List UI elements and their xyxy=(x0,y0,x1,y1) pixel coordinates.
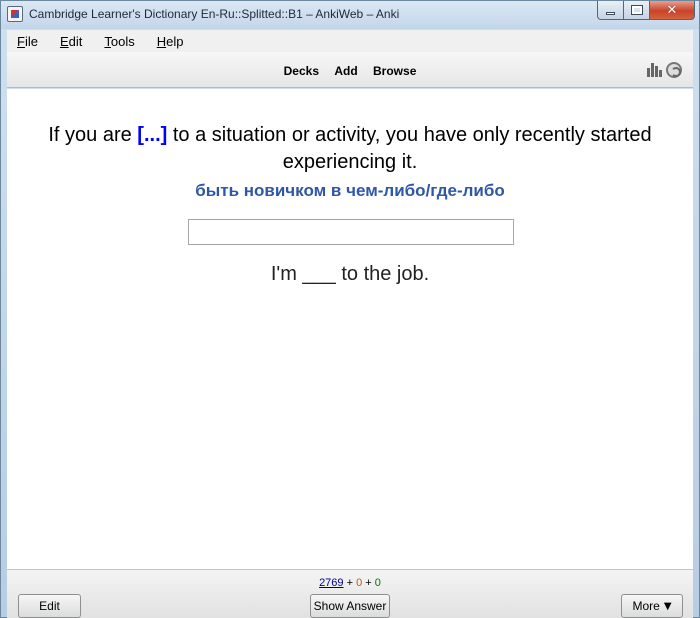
maximize-icon xyxy=(630,5,643,15)
menu-bar: File Edit Tools Help xyxy=(7,30,693,52)
type-answer-input[interactable] xyxy=(188,219,514,245)
close-button[interactable]: ✕ xyxy=(650,1,695,20)
window-controls: ✕ xyxy=(597,1,695,21)
question-text-before: If you are xyxy=(48,124,138,146)
menu-file-mnemonic: F xyxy=(17,33,25,49)
menu-help-mnemonic: H xyxy=(156,33,167,49)
browse-link[interactable]: Browse xyxy=(373,64,416,78)
decks-link[interactable]: Decks xyxy=(284,64,319,78)
minimize-icon xyxy=(606,11,615,15)
cloze-deletion: [...] xyxy=(137,124,168,146)
card-review-area: If you are [...] to a situation or activ… xyxy=(7,89,693,569)
minimize-button[interactable] xyxy=(597,1,624,20)
due-counts: 2769 + 0 + 0 xyxy=(7,577,693,589)
anki-app-icon[interactable] xyxy=(7,6,23,22)
maximize-button[interactable] xyxy=(624,1,650,20)
card-translation: быть новичком в чем-либо/где-либо xyxy=(195,181,505,200)
card-example: I'm ___ to the job. xyxy=(270,263,430,285)
menu-file-label: ile xyxy=(24,33,38,49)
more-button[interactable]: More ▼ xyxy=(621,594,683,618)
question-text-after: to a situation or activity, you have onl… xyxy=(167,124,652,173)
menu-edit[interactable]: Edit xyxy=(54,34,82,49)
count-separator: + xyxy=(365,577,372,589)
anki-window: Cambridge Learner's Dictionary En-Ru::Sp… xyxy=(0,0,700,618)
stats-icon[interactable] xyxy=(647,63,662,77)
toolbar-links: Decks Add Browse xyxy=(7,64,693,78)
sync-icon[interactable] xyxy=(666,62,682,78)
learning-count: 0 xyxy=(356,577,363,589)
bottom-bar: 2769 + 0 + 0 Edit Show Answer More ▼ xyxy=(7,569,693,618)
more-label: More xyxy=(632,599,660,613)
window-title: Cambridge Learner's Dictionary En-Ru::Sp… xyxy=(29,7,400,21)
triangle-down-icon: ▼ xyxy=(663,600,672,612)
close-icon: ✕ xyxy=(666,2,678,18)
menu-edit-label: dit xyxy=(68,33,83,49)
menu-file[interactable]: File xyxy=(11,34,38,49)
new-count[interactable]: 2769 xyxy=(319,577,343,589)
add-link[interactable]: Add xyxy=(334,64,357,78)
menu-tools-label: ools xyxy=(110,33,135,49)
main-toolbar: Decks Add Browse xyxy=(7,52,693,88)
menu-edit-mnemonic: E xyxy=(59,33,69,49)
review-count: 0 xyxy=(374,577,381,589)
show-answer-button[interactable]: Show Answer xyxy=(310,594,390,618)
menu-help[interactable]: Help xyxy=(151,34,184,49)
menu-help-label: elp xyxy=(166,33,184,49)
title-bar[interactable]: Cambridge Learner's Dictionary En-Ru::Sp… xyxy=(1,1,699,29)
edit-button[interactable]: Edit xyxy=(18,594,81,618)
menu-tools[interactable]: Tools xyxy=(98,34,134,49)
card-question: If you are [...] to a situation or activ… xyxy=(27,122,673,176)
count-separator: + xyxy=(346,577,354,589)
